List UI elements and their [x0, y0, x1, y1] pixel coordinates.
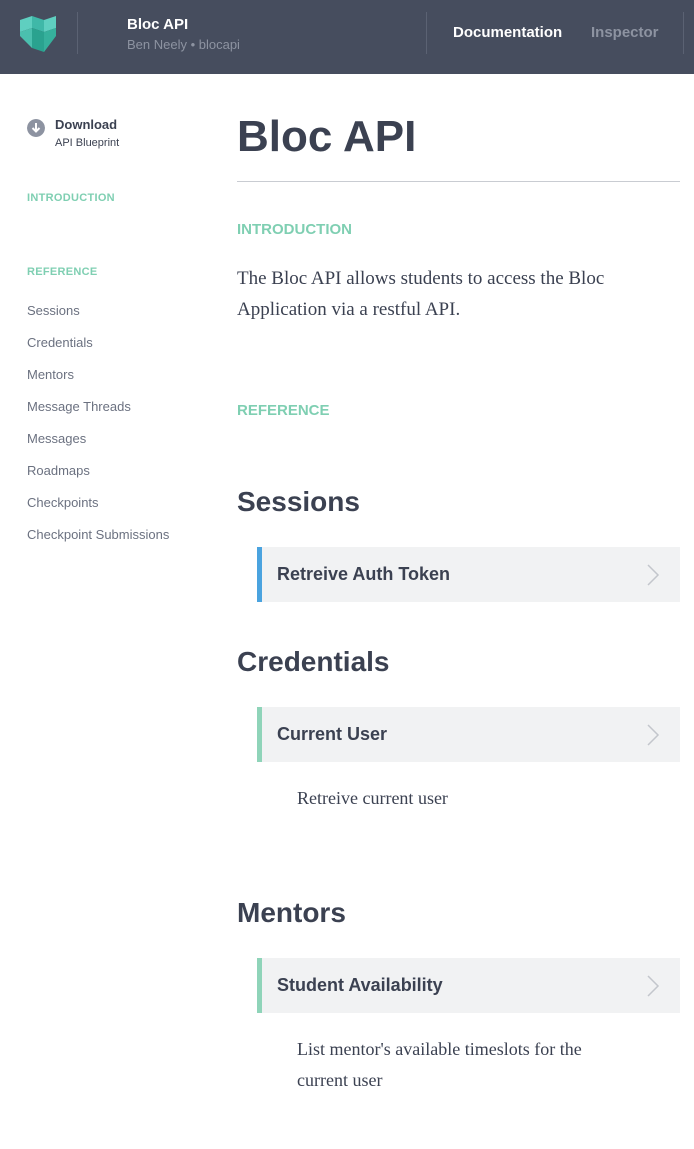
title-divider: [237, 181, 680, 182]
intro-text: The Bloc API allows students to access t…: [237, 268, 605, 320]
intro-heading: INTRODUCTION: [237, 221, 352, 238]
action-current-user[interactable]: Current User: [257, 707, 680, 762]
nav-documentation[interactable]: Documentation: [453, 24, 562, 41]
sidebar-item-checkpoint-submissions[interactable]: Checkpoint Submissions: [27, 527, 169, 542]
sidebar-item-roadmaps[interactable]: Roadmaps: [27, 463, 90, 478]
sidebar-item-mentors[interactable]: Mentors: [27, 367, 74, 382]
sidebar-intro-link[interactable]: INTRODUCTION: [27, 192, 115, 204]
sidebar-item-checkpoints[interactable]: Checkpoints: [27, 495, 99, 510]
download-icon[interactable]: [27, 119, 45, 137]
section-title-sessions: Sessions: [237, 486, 360, 517]
sidebar-item-messages[interactable]: Messages: [27, 431, 86, 446]
sidebar-item-credentials[interactable]: Credentials: [27, 335, 93, 350]
page-title: Bloc API: [237, 112, 417, 161]
method-bar: [257, 958, 262, 1013]
action-label: Student Availability: [277, 975, 443, 995]
divider: [426, 12, 427, 54]
download-format: API Blueprint: [55, 137, 120, 149]
divider: [683, 12, 684, 54]
apiary-logo-icon[interactable]: [20, 16, 56, 52]
sidebar-item-sessions[interactable]: Sessions: [27, 303, 80, 318]
action-description: List mentor's available timeslots for th…: [297, 1039, 582, 1090]
section-title-mentors: Mentors: [237, 897, 346, 928]
chevron-right-icon: [647, 564, 660, 586]
action-retreive-auth-token[interactable]: Retreive Auth Token: [257, 547, 680, 602]
method-bar: [257, 707, 262, 762]
action-student-availability[interactable]: Student Availability: [257, 958, 680, 1013]
sidebar-reference-link[interactable]: REFERENCE: [27, 266, 98, 278]
api-owner: Ben Neely • blocapi: [127, 37, 240, 52]
chevron-right-icon: [647, 975, 660, 997]
download-link[interactable]: Download: [55, 117, 117, 132]
divider: [77, 12, 78, 54]
action-description: Retreive current user: [297, 788, 448, 808]
sidebar-item-message-threads[interactable]: Message Threads: [27, 399, 131, 414]
reference-heading: REFERENCE: [237, 402, 330, 419]
nav-inspector[interactable]: Inspector: [591, 24, 659, 41]
top-bar: Bloc API Ben Neely • blocapi Documentati…: [0, 0, 694, 74]
chevron-right-icon: [647, 724, 660, 746]
api-title: Bloc API: [127, 16, 189, 33]
action-label: Current User: [277, 724, 388, 744]
action-label: Retreive Auth Token: [277, 564, 451, 584]
method-bar: [257, 547, 262, 602]
section-title-credentials: Credentials: [237, 646, 390, 677]
